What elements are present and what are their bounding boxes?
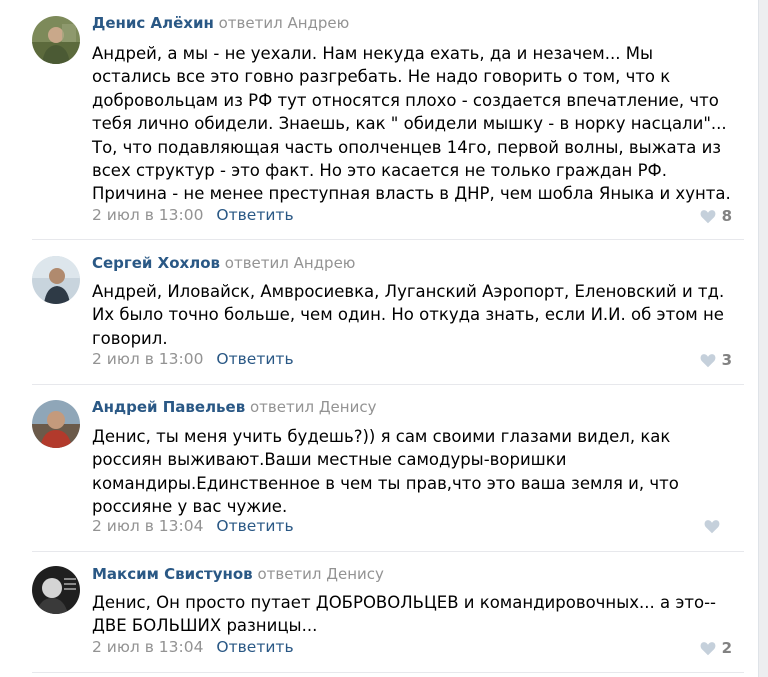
- avatar[interactable]: [32, 16, 80, 64]
- comment-meta: 2 июл в 13:00 Ответить: [92, 350, 294, 368]
- reply-link[interactable]: Ответить: [216, 517, 293, 535]
- like-button[interactable]: 3: [699, 351, 732, 369]
- comment-line: ДВЕ БОЛЬШИХ разницы...: [92, 616, 318, 636]
- comment-date[interactable]: 2 июл в 13:00: [92, 206, 203, 224]
- like-button[interactable]: 8: [699, 207, 732, 225]
- comment-header: Денис Алёхин ответил Андрею: [92, 14, 349, 32]
- avatar[interactable]: [32, 256, 80, 304]
- comment-line: Причина - не менее преступная власть в Д…: [92, 184, 731, 204]
- comment-line: всех структур - это факт. Но это касаетс…: [92, 161, 667, 181]
- reply-link[interactable]: Ответить: [216, 638, 293, 656]
- like-button[interactable]: 2: [699, 639, 732, 657]
- comment-line: тебя лично обидели. Знаешь, как " обидел…: [92, 114, 727, 134]
- comment-line: Денис, ты меня учить будешь?)) я сам сво…: [92, 427, 671, 446]
- comment-header: Сергей Хохлов ответил Андрею: [92, 254, 355, 272]
- divider: [32, 551, 744, 552]
- avatar[interactable]: [32, 400, 80, 448]
- comment-line: остались все это говно разгребать. Не на…: [92, 67, 671, 87]
- like-button[interactable]: [703, 518, 732, 534]
- comment-meta: 2 июл в 13:00 Ответить: [92, 206, 294, 224]
- comment-line: Денис, Он просто путает ДОБРОВОЛЬЦЕВ и к…: [92, 593, 716, 612]
- replied-to[interactable]: ответил Андрею: [219, 14, 350, 32]
- author-name[interactable]: Максим Свистунов: [92, 565, 253, 583]
- divider: [32, 384, 744, 385]
- like-count: 2: [721, 639, 732, 657]
- comment-date[interactable]: 2 июл в 13:04: [92, 517, 203, 535]
- comment-text: Денис, ты меня учить будешь?)) я сам сво…: [92, 425, 742, 519]
- avatar[interactable]: [32, 566, 80, 614]
- comment-text: Андрей, а мы - не уехали. Нам некуда еха…: [92, 42, 742, 206]
- like-count: 3: [721, 351, 732, 369]
- like-count: 8: [721, 207, 732, 225]
- reply-link[interactable]: Ответить: [216, 206, 293, 224]
- comment-text: Денис, Он просто путает ДОБРОВОЛЬЦЕВ и к…: [92, 591, 742, 638]
- divider: [32, 239, 744, 240]
- comment-line: добровольцам из РФ тут относятся плохо -…: [92, 90, 719, 110]
- heart-icon: [700, 642, 715, 656]
- author-name[interactable]: Денис Алёхин: [92, 14, 214, 32]
- replied-to[interactable]: ответил Андрею: [225, 254, 356, 272]
- comment-line: командиры.Единственное в чем ты прав,что…: [92, 473, 679, 493]
- author-name[interactable]: Сергей Хохлов: [92, 254, 220, 272]
- comment-date[interactable]: 2 июл в 13:00: [92, 350, 203, 368]
- heart-icon: [700, 210, 715, 224]
- replied-to[interactable]: ответил Денису: [250, 398, 376, 416]
- comments-panel: Денис Алёхин ответил Андрею Андрей, а мы…: [0, 0, 759, 677]
- divider: [32, 672, 744, 673]
- comment-meta: 2 июл в 13:04 Ответить: [92, 517, 294, 535]
- comment-line: То, что подавляющая часть ополченцев 14г…: [92, 137, 722, 157]
- comment-meta: 2 июл в 13:04 Ответить: [92, 638, 294, 656]
- heart-icon: [700, 354, 715, 368]
- comment-line: Андрей, Иловайск, Амвросиевка, Луганский…: [92, 282, 725, 301]
- comment-line: россиян выживают.Ваши местные самодуры-в…: [92, 450, 567, 470]
- comment-header: Максим Свистунов ответил Денису: [92, 565, 384, 583]
- comment-line: говорил.: [92, 328, 168, 348]
- comment-date[interactable]: 2 июл в 13:04: [92, 638, 203, 656]
- comment-line: россияне у вас чужие.: [92, 497, 288, 517]
- comment-text: Андрей, Иловайск, Амвросиевка, Луганский…: [92, 280, 742, 350]
- comment-line: Их было точно больше, чем один. Но откуд…: [92, 305, 724, 325]
- replied-to[interactable]: ответил Денису: [257, 565, 383, 583]
- author-name[interactable]: Андрей Павельев: [92, 398, 245, 416]
- heart-icon: [704, 520, 720, 534]
- comment-line: Андрей, а мы - не уехали. Нам некуда еха…: [92, 44, 653, 63]
- page-background: [759, 0, 768, 677]
- comment-header: Андрей Павельев ответил Денису: [92, 398, 376, 416]
- reply-link[interactable]: Ответить: [216, 350, 293, 368]
